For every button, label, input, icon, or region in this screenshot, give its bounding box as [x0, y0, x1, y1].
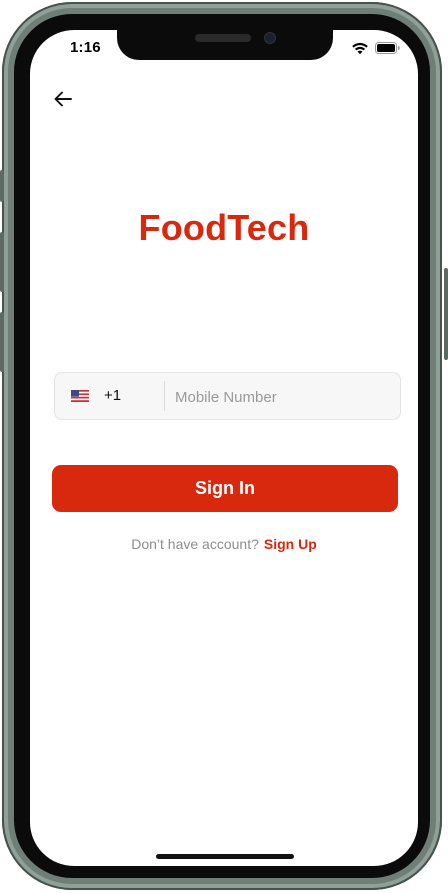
- arrow-left-icon: [54, 91, 72, 107]
- phone-number-field: +1: [54, 372, 401, 420]
- mute-switch: [0, 170, 4, 202]
- field-divider: [164, 381, 165, 411]
- country-code[interactable]: +1: [104, 387, 121, 404]
- status-time: 1:16: [70, 39, 101, 56]
- sign-in-button[interactable]: Sign In: [52, 465, 398, 512]
- volume-down-button: [0, 312, 4, 372]
- signup-prompt: Don’t have account? Sign Up: [0, 536, 448, 552]
- notch: [117, 27, 333, 60]
- sign-up-link[interactable]: Sign Up: [264, 536, 317, 552]
- us-flag-icon[interactable]: [71, 390, 89, 402]
- power-button: [444, 268, 448, 360]
- back-button[interactable]: [50, 86, 76, 112]
- battery-icon: [375, 42, 400, 54]
- home-indicator[interactable]: [156, 854, 294, 859]
- mobile-number-input[interactable]: [173, 381, 393, 413]
- earpiece-speaker: [195, 34, 251, 42]
- brand-title: FoodTech: [138, 207, 310, 248]
- status-icons: [351, 40, 401, 56]
- wifi-icon: [352, 42, 368, 55]
- front-camera: [265, 33, 275, 43]
- app-screen: [30, 30, 418, 866]
- account-question: Don’t have account?: [131, 536, 259, 552]
